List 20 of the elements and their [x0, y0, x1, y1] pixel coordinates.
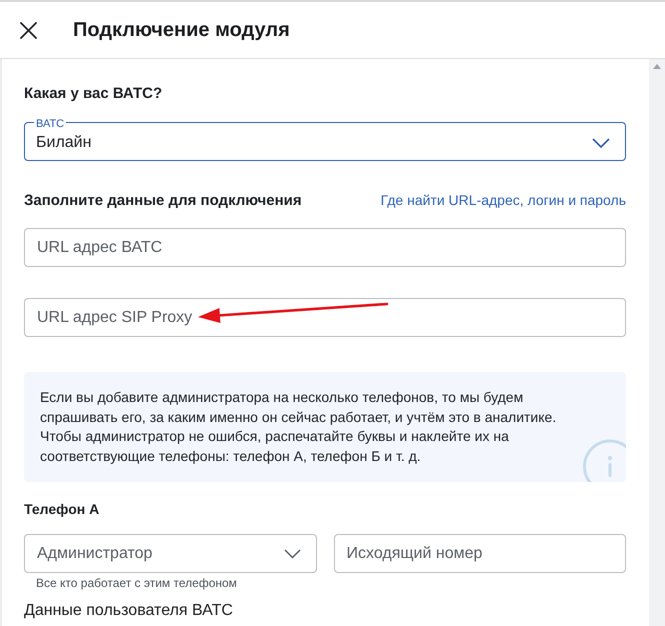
phone-number-field[interactable]: Исходящий номер [334, 534, 626, 573]
section-heading: Данные пользователя ВАТС [24, 601, 234, 621]
section-heading: Телефон А [24, 500, 100, 518]
pbx-select[interactable]: ВАТС Билайн [24, 119, 626, 161]
chevron-down-icon [284, 548, 300, 558]
helper-text: Все кто работает с этим телефоном [35, 576, 238, 591]
dialog-title: Подключение модуля [73, 18, 290, 42]
chevron-down-icon [592, 138, 610, 148]
info-text: Если вы добавите администратора на несколько телефонов, то мы будем спрашивать его, за каким именно он сейчас работает, и учтём это в аналитике. Чтобы администратор не ошибся, распечатайте буквы и наклейте их на соответствующие телефоны: телефон А, телефон Б и т. д. [40, 388, 558, 466]
help-link[interactable]: Где найти URL-адрес, логин и пароль [380, 190, 626, 210]
input-field[interactable]: URL адрес ВАТС [24, 228, 626, 267]
scrollbar[interactable] [649, 59, 665, 626]
scroll-up-icon[interactable] [653, 64, 661, 69]
field-label: ВАТС [34, 119, 66, 129]
close-icon[interactable] [20, 22, 37, 38]
role-select[interactable]: Администратор [24, 534, 316, 573]
section-heading: Какая у вас ВАТС? [24, 84, 164, 104]
info-icon [583, 439, 626, 482]
input-field[interactable]: URL адрес SIP Proxy [24, 298, 626, 337]
section-heading: Заполните данные для подключения [24, 191, 302, 211]
